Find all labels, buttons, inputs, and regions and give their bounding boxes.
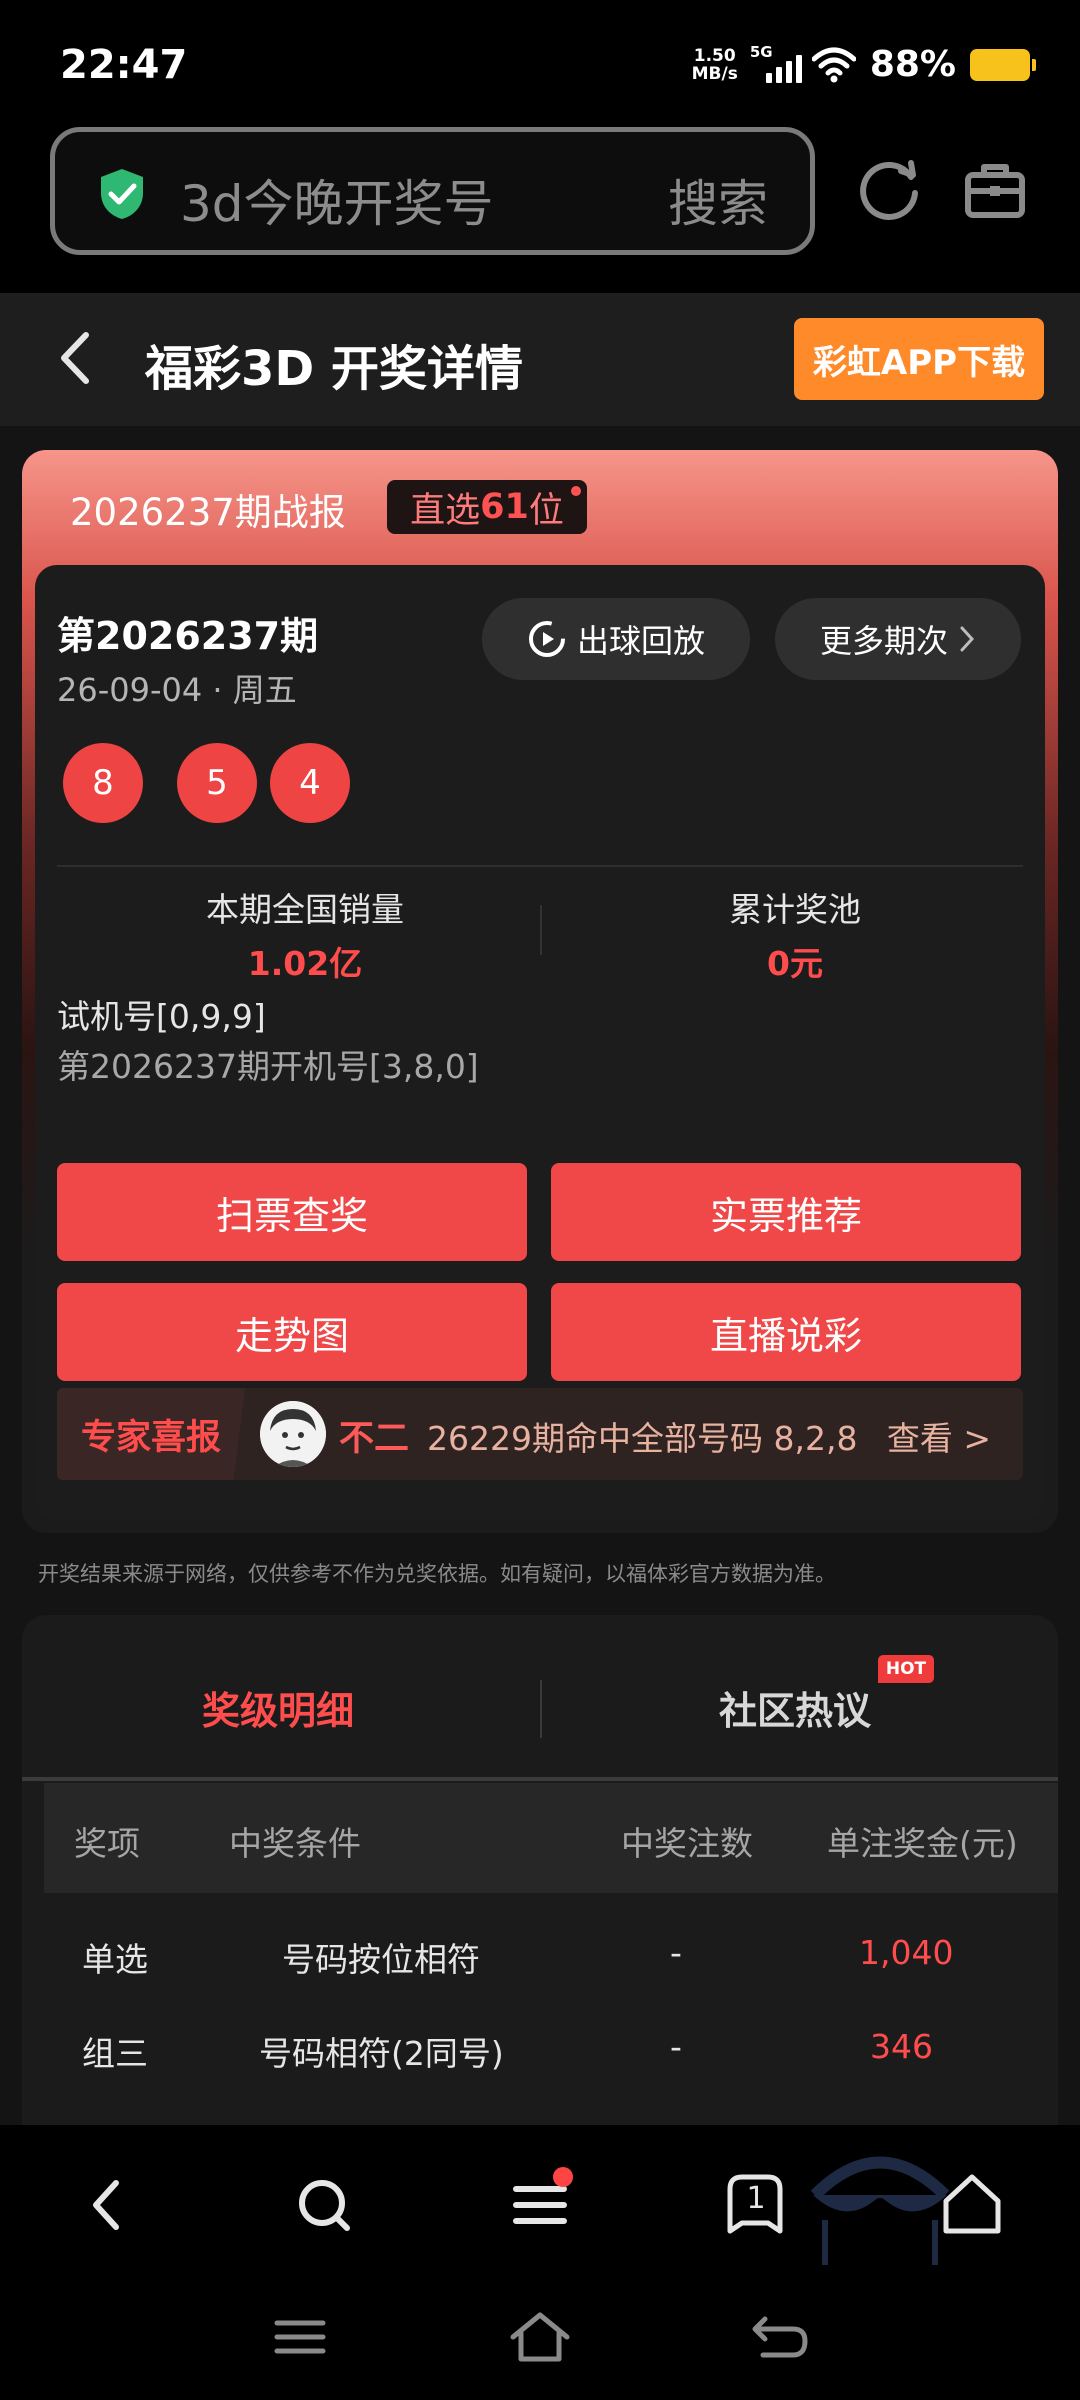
sales-value: 1.02亿 (247, 944, 363, 983)
table-cell: 号码相符(2同号) (259, 2034, 504, 2073)
replay-icon (528, 621, 565, 657)
scan-ticket-button[interactable]: 扫票查奖 (57, 1163, 527, 1261)
battery-icon (970, 48, 1036, 81)
toolbox-icon[interactable] (960, 155, 1030, 225)
winning-ball: 5 (177, 743, 257, 823)
expert-tag: 专家喜报 (57, 1388, 245, 1480)
draw-date: 26-09-04 · 周五 (57, 671, 297, 709)
column-header: 中奖注数 (621, 1824, 753, 1863)
signal-label: 5G (749, 42, 773, 61)
page-title: 福彩3D 开奖详情 (145, 341, 523, 397)
divider (540, 1680, 542, 1738)
status-time: 22:47 (60, 42, 188, 88)
rank-number: 61 (480, 487, 529, 527)
machine-number: 第2026237期开机号[3,8,0] (57, 1047, 479, 1086)
network-speed-unit: MB/s (691, 63, 738, 84)
draw-result-card: 2026237期战报 直选 61 位 第2026237期 26-09-04 · … (22, 450, 1058, 1533)
browser-toolbar: 3d今晚开奖号 搜索 (0, 125, 1080, 293)
rank-suffix: 位 (528, 490, 564, 531)
winning-ball: 4 (270, 743, 350, 823)
table-cell: - (670, 2027, 682, 2066)
status-bar: 22:47 1.50 MB/s 5G 88% (0, 0, 1080, 130)
back-icon[interactable] (68, 2165, 148, 2245)
pool-label: 累计奖池 (729, 890, 861, 929)
draw-detail-panel: 第2026237期 26-09-04 · 周五 出球回放 更多期次 8 5 4 … (35, 565, 1045, 1520)
table-cell: 单选 (82, 1940, 148, 1979)
notification-dot (553, 2167, 573, 2187)
tabs-count: 1 (746, 2181, 766, 2216)
national-sales: 本期全国销量 1.02亿 (65, 883, 545, 985)
prize-pool: 累计奖池 0元 (555, 883, 1035, 985)
report-title: 2026237期战报 (70, 491, 346, 534)
table-header: 奖项 中奖条件 中奖注数 单注奖金(元) (44, 1783, 1058, 1893)
live-stream-button[interactable]: 直播说彩 (551, 1283, 1021, 1381)
chevron-right-icon (960, 626, 975, 652)
network-speed-value: 1.50 (693, 45, 736, 66)
hot-badge: HOT (878, 1655, 934, 1683)
rank-badge[interactable]: 直选 61 位 (387, 480, 587, 534)
recent-apps-icon[interactable] (265, 2307, 335, 2367)
disclaimer-text: 开奖结果来源于网络，仅供参考不作为兑奖依据。如有疑问，以福体彩官方数据为准。 (38, 1562, 836, 1586)
tab-divider (22, 1777, 1058, 1781)
trial-number: 试机号[0,9,9] (57, 997, 266, 1036)
table-cell: 组三 (82, 2034, 148, 2073)
mascot-icon[interactable] (805, 2140, 955, 2265)
more-issues-button[interactable]: 更多期次 (775, 598, 1021, 680)
search-button[interactable]: 搜索 (668, 164, 768, 236)
cellular-signal-icon: 5G (750, 43, 802, 83)
download-app-button[interactable]: 彩虹APP下载 (794, 318, 1044, 400)
table-cell: 1,040 (859, 1933, 954, 1972)
tab-community[interactable]: 社区热议 (719, 1680, 871, 1735)
tab-prize-detail[interactable]: 奖级明细 (202, 1680, 354, 1735)
back-arrow-icon[interactable] (50, 327, 100, 389)
search-input[interactable]: 3d今晚开奖号 搜索 (50, 127, 815, 255)
winning-ball: 8 (63, 743, 143, 823)
system-back-icon[interactable] (745, 2307, 815, 2367)
tabs-button[interactable]: 1 (716, 2165, 796, 2245)
table-cell: 346 (870, 2027, 933, 2066)
more-issues-label: 更多期次 (819, 622, 948, 660)
avatar (260, 1401, 326, 1467)
rank-prefix: 直选 (410, 490, 481, 531)
table-cell: 号码按位相符 (282, 1940, 480, 1979)
view-link[interactable]: 查看 > (887, 1412, 991, 1460)
prize-detail-card: 奖级明细 社区热议 HOT 奖项 中奖条件 中奖注数 单注奖金(元) 单选 号码… (22, 1615, 1058, 2135)
page-header: 福彩3D 开奖详情 彩虹APP下载 (0, 293, 1080, 426)
shield-check-icon (101, 169, 143, 219)
network-speed: 1.50 MB/s (692, 47, 738, 83)
divider (57, 865, 1023, 867)
ticket-recommend-button[interactable]: 实票推荐 (551, 1163, 1021, 1261)
expert-name: 不二 (339, 1419, 410, 1459)
divider (540, 905, 542, 955)
search-icon[interactable] (284, 2165, 364, 2245)
notification-dot (571, 486, 581, 496)
browser-bottom-nav: 1 (0, 2125, 1080, 2400)
table-cell: - (670, 1933, 682, 1972)
status-icons: 1.50 MB/s 5G 88% (692, 43, 1036, 85)
expert-achievement: 26229期命中全部号码 8,2,8 (427, 1419, 858, 1458)
search-query-text: 3d今晚开奖号 (180, 175, 494, 233)
replay-label: 出球回放 (576, 622, 705, 660)
pool-value: 0元 (767, 944, 823, 983)
system-home-icon[interactable] (505, 2307, 575, 2367)
expert-news-banner[interactable]: 专家喜报 不二 26229期命中全部号码 8,2,8 查看 > (57, 1388, 1023, 1480)
reload-icon[interactable] (855, 155, 925, 225)
column-header: 单注奖金(元) (827, 1824, 1018, 1863)
column-header: 中奖条件 (229, 1824, 361, 1863)
sales-label: 本期全国销量 (206, 890, 404, 929)
column-header: 奖项 (74, 1824, 140, 1863)
wifi-icon (811, 47, 856, 82)
battery-percent: 88% (869, 44, 956, 85)
issue-number: 第2026237期 (57, 614, 319, 658)
trend-chart-button[interactable]: 走势图 (57, 1283, 527, 1381)
replay-button[interactable]: 出球回放 (482, 598, 750, 680)
